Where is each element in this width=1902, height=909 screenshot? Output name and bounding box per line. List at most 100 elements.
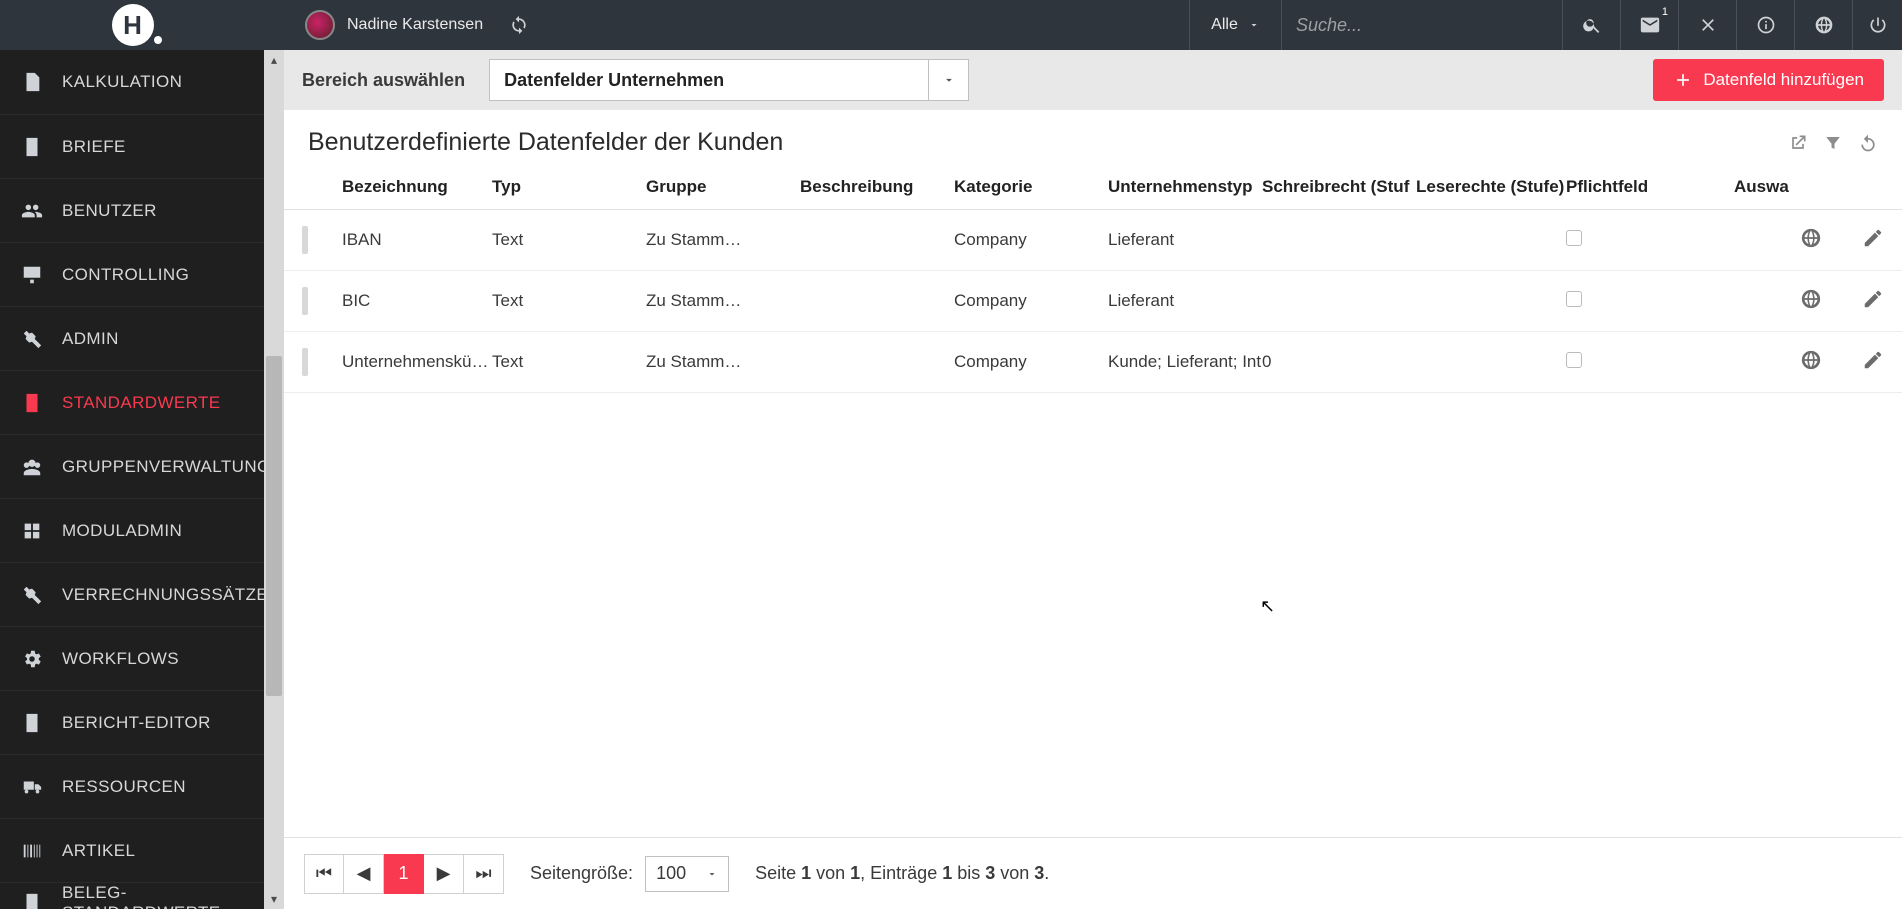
nav-label: ADMIN bbox=[62, 329, 119, 349]
nav-briefe[interactable]: BRIEFE bbox=[0, 114, 265, 178]
col-bezeichnung[interactable]: Bezeichnung bbox=[342, 177, 492, 197]
cell-unternehmenstyp: Lieferant bbox=[1108, 291, 1262, 311]
cell-kategorie: Company bbox=[954, 291, 1108, 311]
edit-icon[interactable] bbox=[1862, 349, 1884, 371]
col-pflichtfeld[interactable]: Pflichtfeld bbox=[1566, 177, 1734, 197]
chevron-down-icon bbox=[942, 73, 956, 87]
pagesize: Seitengröße: 100 bbox=[530, 856, 729, 892]
cell-unternehmenstyp: Kunde; Lieferant; Int bbox=[1108, 352, 1262, 372]
col-auswa[interactable]: Auswa bbox=[1734, 177, 1800, 197]
scroll-thumb[interactable] bbox=[266, 356, 282, 696]
cell-bezeichnung: BIC bbox=[342, 291, 492, 311]
edit-icon[interactable] bbox=[1862, 227, 1884, 249]
page-first-button[interactable]: ⏮ bbox=[304, 854, 344, 894]
plus-icon bbox=[1673, 70, 1693, 90]
drag-handle-icon[interactable] bbox=[302, 287, 308, 315]
drag-handle-icon[interactable] bbox=[302, 348, 308, 376]
nav-label: WORKFLOWS bbox=[62, 649, 179, 669]
nav-label: KALKULATION bbox=[62, 72, 182, 92]
cell-bezeichnung: IBAN bbox=[342, 230, 492, 250]
frame-scrollbar[interactable]: ▴ ▾ bbox=[264, 50, 284, 909]
nav-artikel[interactable]: ARTIKEL bbox=[0, 818, 265, 882]
col-unternehmenstyp[interactable]: Unternehmenstyp bbox=[1108, 177, 1262, 197]
globe-icon[interactable] bbox=[1800, 349, 1822, 371]
pflicht-checkbox[interactable] bbox=[1566, 230, 1582, 246]
table-row[interactable]: Unternehmenskürze Text Zu Stamm… Company… bbox=[284, 332, 1902, 393]
pflicht-checkbox[interactable] bbox=[1566, 291, 1582, 307]
nav-beleg-standardwerte[interactable]: BELEG-STANDARDWERTE bbox=[0, 882, 265, 909]
chevron-down-icon bbox=[706, 868, 718, 880]
col-schreibrecht[interactable]: Schreibrecht (Stuf bbox=[1262, 177, 1416, 197]
filter-icon[interactable] bbox=[1824, 133, 1842, 153]
page-next-button[interactable]: ▶ bbox=[424, 854, 464, 894]
page-prev-button[interactable]: ◀ bbox=[344, 854, 384, 894]
globe-icon[interactable] bbox=[1800, 288, 1822, 310]
pflicht-checkbox[interactable] bbox=[1566, 352, 1582, 368]
nav-label: STANDARDWERTE bbox=[62, 393, 221, 413]
avatar bbox=[305, 10, 335, 40]
cell-kategorie: Company bbox=[954, 352, 1108, 372]
col-typ[interactable]: Typ bbox=[492, 177, 646, 197]
cell-bezeichnung: Unternehmenskürze bbox=[342, 352, 492, 372]
pagesize-value: 100 bbox=[656, 863, 686, 884]
sidenav: KALKULATION BRIEFE BENUTZER CONTROLLING … bbox=[0, 50, 265, 909]
close-button[interactable] bbox=[1678, 0, 1736, 50]
page-current[interactable]: 1 bbox=[384, 854, 424, 894]
nav-gruppenverwaltung[interactable]: GRUPPENVERWALTUNG bbox=[0, 434, 265, 498]
col-kategorie[interactable]: Kategorie bbox=[954, 177, 1108, 197]
drag-handle-icon[interactable] bbox=[302, 226, 308, 254]
power-button[interactable] bbox=[1852, 0, 1902, 50]
area-select-label: Bereich auswählen bbox=[302, 70, 465, 91]
cursor-icon: ↖ bbox=[1260, 596, 1275, 617]
pagesize-label: Seitengröße: bbox=[530, 863, 633, 884]
search-scope-dropdown[interactable]: Alle bbox=[1189, 0, 1281, 50]
nav-standardwerte[interactable]: STANDARDWERTE bbox=[0, 370, 265, 434]
nav-label: VERRECHNUNGSSÄTZE bbox=[62, 585, 265, 605]
search-button[interactable] bbox=[1562, 0, 1620, 50]
nav-controlling[interactable]: CONTROLLING bbox=[0, 242, 265, 306]
add-datafield-button[interactable]: Datenfeld hinzufügen bbox=[1653, 59, 1884, 101]
nav-ressourcen[interactable]: RESSOURCEN bbox=[0, 754, 265, 818]
user-block[interactable]: Nadine Karstensen bbox=[305, 10, 529, 40]
edit-icon[interactable] bbox=[1862, 288, 1884, 310]
main: Bereich auswählen Datenfelder Unternehme… bbox=[284, 50, 1902, 909]
scroll-down-icon[interactable]: ▾ bbox=[264, 889, 284, 909]
grid-header: Bezeichnung Typ Gruppe Beschreibung Kate… bbox=[284, 165, 1902, 210]
cell-schreibrecht: 0 bbox=[1262, 352, 1416, 372]
nav-label: MODULADMIN bbox=[62, 521, 182, 541]
table-row[interactable]: IBAN Text Zu Stamm… Company Lieferant bbox=[284, 210, 1902, 271]
nav-moduladmin[interactable]: MODULADMIN bbox=[0, 498, 265, 562]
area-dropdown[interactable]: Datenfelder Unternehmen bbox=[489, 59, 969, 101]
export-icon[interactable] bbox=[1788, 133, 1808, 153]
nav-workflows[interactable]: WORKFLOWS bbox=[0, 626, 265, 690]
nav-label: BRIEFE bbox=[62, 137, 126, 157]
refresh-icon[interactable] bbox=[1858, 133, 1878, 153]
nav-kalkulation[interactable]: KALKULATION bbox=[0, 50, 265, 114]
col-beschreibung[interactable]: Beschreibung bbox=[800, 177, 954, 197]
scroll-up-icon[interactable]: ▴ bbox=[264, 50, 284, 70]
area-dropdown-toggle[interactable] bbox=[929, 59, 969, 101]
app-logo[interactable]: H bbox=[0, 0, 265, 50]
nav-admin[interactable]: ADMIN bbox=[0, 306, 265, 370]
nav-label: GRUPPENVERWALTUNG bbox=[62, 457, 265, 477]
search-input[interactable] bbox=[1282, 0, 1562, 50]
globe-icon[interactable] bbox=[1800, 227, 1822, 249]
globe-button[interactable] bbox=[1794, 0, 1852, 50]
col-leserechte[interactable]: Leserechte (Stufe) bbox=[1416, 177, 1566, 197]
table-row[interactable]: BIC Text Zu Stamm… Company Lieferant bbox=[284, 271, 1902, 332]
cell-typ: Text bbox=[492, 291, 646, 311]
cell-typ: Text bbox=[492, 352, 646, 372]
sync-icon[interactable] bbox=[509, 15, 529, 35]
nav-benutzer[interactable]: BENUTZER bbox=[0, 178, 265, 242]
cell-kategorie: Company bbox=[954, 230, 1108, 250]
nav-verrechnungssaetze[interactable]: VERRECHNUNGSSÄTZE bbox=[0, 562, 265, 626]
cell-gruppe: Zu Stamm… bbox=[646, 230, 800, 250]
page-last-button[interactable]: ⏭ bbox=[464, 854, 504, 894]
col-gruppe[interactable]: Gruppe bbox=[646, 177, 800, 197]
mail-button[interactable]: 1 bbox=[1620, 0, 1678, 50]
subheader: Bereich auswählen Datenfelder Unternehme… bbox=[284, 50, 1902, 110]
search-scope-label: Alle bbox=[1211, 16, 1238, 34]
info-button[interactable] bbox=[1736, 0, 1794, 50]
nav-bericht-editor[interactable]: BERICHT-EDITOR bbox=[0, 690, 265, 754]
pagesize-dropdown[interactable]: 100 bbox=[645, 856, 729, 892]
